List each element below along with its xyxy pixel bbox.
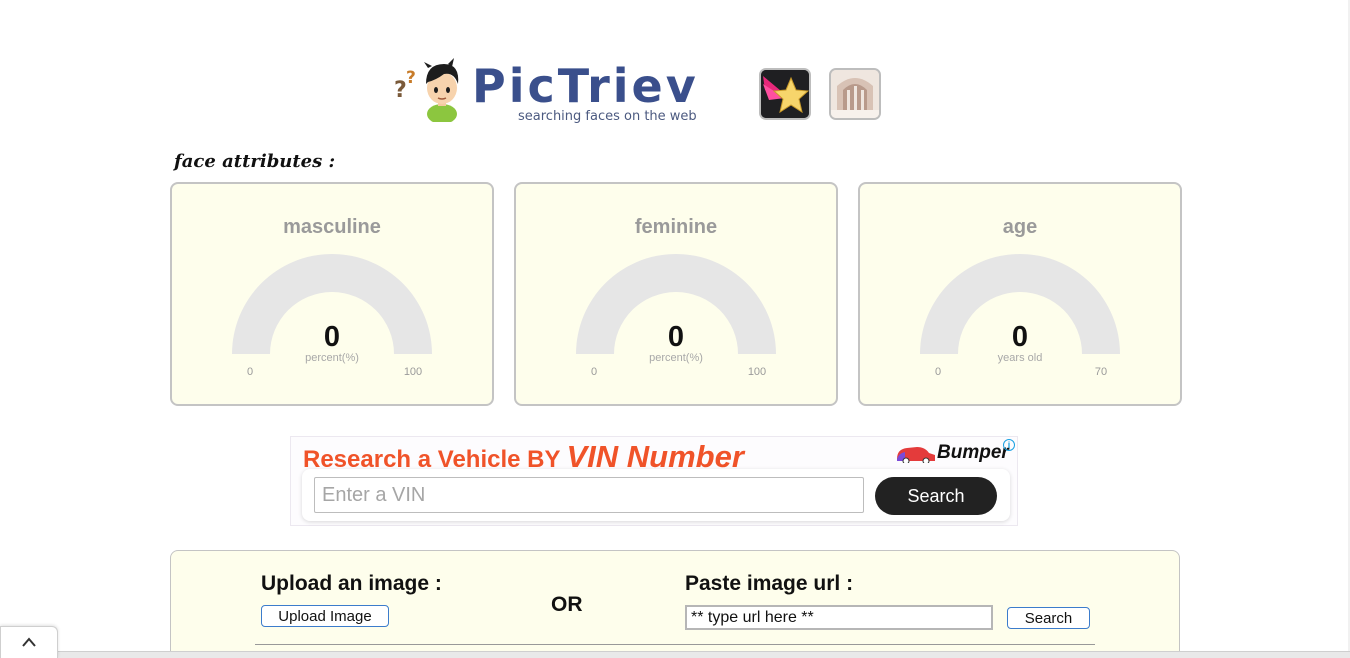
panel-divider bbox=[255, 644, 1095, 645]
star-app-icon[interactable] bbox=[759, 68, 811, 120]
gauge-value: 0 bbox=[323, 321, 341, 353]
gauge-unit: percent(%) bbox=[649, 352, 703, 364]
gauge-min-label: 0 bbox=[934, 366, 942, 378]
upload-title: Upload an image : bbox=[261, 572, 442, 595]
car-logo-icon bbox=[897, 447, 935, 463]
brand-tagline: searching faces on the web bbox=[518, 109, 697, 124]
arch-app-icon[interactable] bbox=[829, 68, 881, 120]
masculine-gauge-card: masculine 0 percent(%) 0 100 bbox=[170, 182, 494, 406]
gauge-value: 0 bbox=[667, 321, 685, 353]
bottom-bar bbox=[0, 651, 1350, 658]
gauge-min-label: 0 bbox=[246, 366, 254, 378]
vin-search-button[interactable]: Search bbox=[875, 477, 997, 515]
gauge-title: masculine bbox=[283, 216, 381, 238]
vin-input[interactable] bbox=[314, 477, 864, 513]
url-search-button[interactable]: Search bbox=[1007, 607, 1090, 629]
gauge-max-label: 100 bbox=[747, 366, 767, 378]
or-label: OR bbox=[551, 593, 583, 616]
brand-title: PicTriev bbox=[472, 59, 699, 113]
gauge-title: feminine bbox=[634, 216, 718, 238]
gauge-unit: percent(%) bbox=[305, 352, 359, 364]
upload-image-button[interactable]: Upload Image bbox=[261, 605, 389, 627]
ad-info-icon[interactable]: i bbox=[1003, 439, 1015, 451]
bumper-logo[interactable]: Bumper bbox=[895, 441, 1011, 465]
gauge-min-label: 0 bbox=[590, 366, 598, 378]
pictriev-logo[interactable]: ? ? PicTriev searching faces on the web bbox=[392, 56, 722, 128]
chevron-up-icon bbox=[22, 637, 36, 647]
gauge-value: 0 bbox=[1011, 321, 1029, 353]
gauge-max-label: 70 bbox=[1094, 366, 1108, 378]
paste-url-title: Paste image url : bbox=[685, 572, 854, 595]
boy-mascot-icon bbox=[424, 58, 459, 122]
vin-ad-banner[interactable]: Research a Vehicle BY VIN Number Bumper i… bbox=[290, 436, 1018, 526]
gauge-title: age bbox=[1002, 216, 1038, 238]
question-mark-icon: ? bbox=[394, 78, 407, 103]
ad-brand-name: Bumper bbox=[937, 442, 1009, 463]
gauge-max-label: 100 bbox=[403, 366, 423, 378]
age-gauge-card: age 0 years old 0 70 bbox=[858, 182, 1182, 406]
upload-panel: Upload an image : Upload Image OR Paste … bbox=[170, 550, 1180, 658]
feminine-gauge-card: feminine 0 percent(%) 0 100 bbox=[514, 182, 838, 406]
face-attributes-title: face attributes : bbox=[174, 151, 336, 172]
question-mark-small-icon: ? bbox=[406, 68, 416, 88]
gauge-unit: years old bbox=[997, 352, 1043, 364]
image-url-input[interactable] bbox=[685, 605, 993, 630]
collapse-toggle-button[interactable] bbox=[0, 626, 58, 658]
vin-search-form: Search bbox=[302, 469, 1010, 521]
